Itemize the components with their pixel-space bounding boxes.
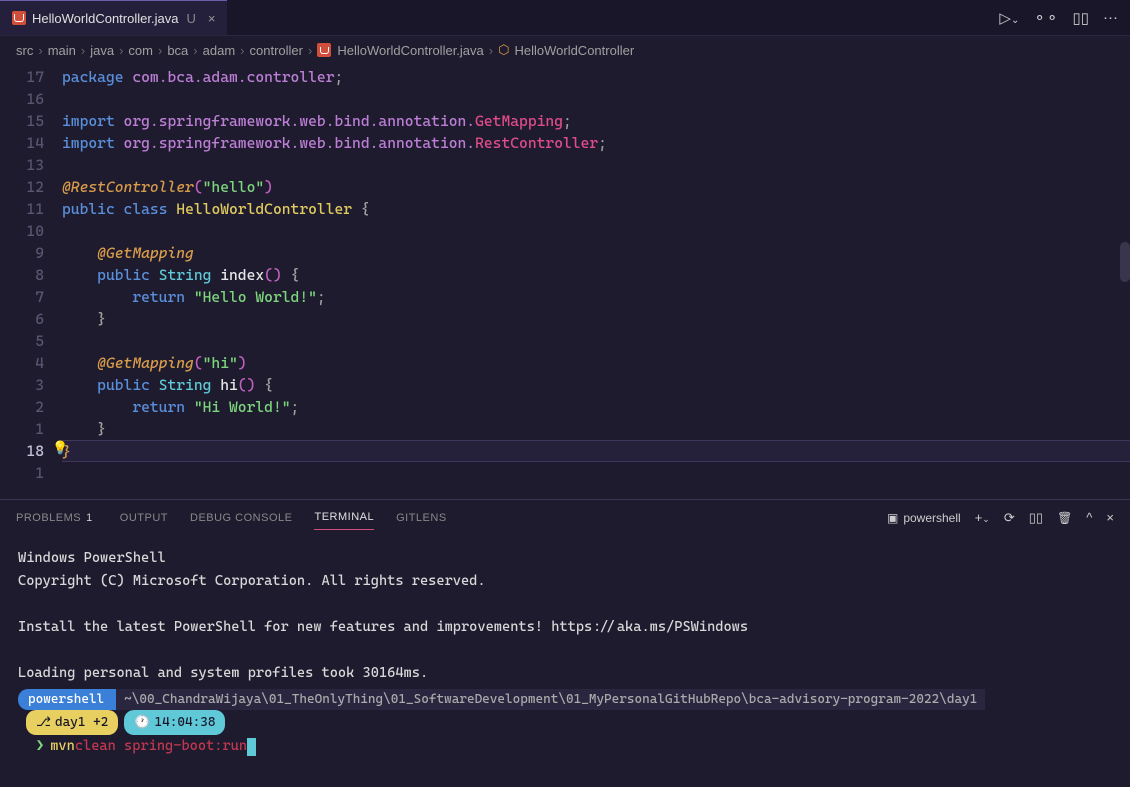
line-gutter: 17 16 15 14 13 12 11 10 9 8 7 6 5 4 3 2 … [0,64,62,499]
time-badge: 🕐 14:04:38 [124,710,225,735]
bc-item[interactable]: controller [250,43,303,58]
bc-item[interactable]: main [48,43,76,58]
code-editor[interactable]: 17 16 15 14 13 12 11 10 9 8 7 6 5 4 3 2 … [0,64,1130,499]
tab-filename: HelloWorldController.java [32,11,178,26]
code-area[interactable]: package com.bca.adam.controller; import … [62,64,1130,499]
bc-item[interactable]: com [128,43,153,58]
cwd-path: ~\00_ChandraWijaya\01_TheOnlyThing\01_So… [116,689,985,710]
compare-icon[interactable]: ⚬⚬ [1033,9,1058,27]
java-file-icon [317,43,331,57]
more-icon[interactable]: ··· [1103,9,1118,26]
terminal-selector[interactable]: ▣ powershell [887,511,961,525]
close-icon[interactable]: × [208,11,216,26]
close-panel-icon[interactable]: × [1106,510,1114,525]
bc-item[interactable]: bca [167,43,188,58]
editor-tab-bar: HelloWorldController.java U × ▷⌄ ⚬⚬ ▯▯ ·… [0,0,1130,36]
new-terminal-icon[interactable]: +⌄ [975,510,990,525]
terminal-content[interactable]: Windows PowerShell Copyright (C) Microso… [0,535,1130,787]
split-editor-icon[interactable]: ▯▯ [1072,9,1089,27]
prompt-line-2: ⎇ day1 +2 🕐 14:04:38 [26,710,1112,735]
shell-badge: powershell [18,689,116,710]
panel-tab-bar: PROBLEMS1 OUTPUT DEBUG CONSOLE TERMINAL … [0,500,1130,535]
scrollbar-thumb[interactable] [1120,242,1130,282]
editor-actions: ▷⌄ ⚬⚬ ▯▯ ··· [987,9,1130,27]
prompt-line-1: powershell ~\00_ChandraWijaya\01_TheOnly… [18,689,1112,710]
tab-output[interactable]: OUTPUT [120,506,168,530]
terminal-cursor [247,738,256,756]
bc-file[interactable]: HelloWorldController.java [337,43,483,58]
tab-problems[interactable]: PROBLEMS1 [16,506,98,530]
lightbulb-icon[interactable]: 💡 [52,438,68,460]
refresh-icon[interactable]: ⟳ [1004,510,1015,526]
breadcrumb[interactable]: src› main› java› com› bca› adam› control… [0,36,1130,64]
bottom-panel: PROBLEMS1 OUTPUT DEBUG CONSOLE TERMINAL … [0,499,1130,787]
prompt-arrow-icon: ❯ [36,735,44,758]
java-file-icon [12,11,26,25]
class-icon: ⬡ [498,42,509,58]
git-branch-badge: ⎇ day1 +2 [26,710,118,735]
run-icon[interactable]: ▷⌄ [999,9,1019,27]
command-input-line[interactable]: ❯ mvn clean spring-boot:run [36,735,1112,758]
bc-item[interactable]: src [16,43,33,58]
bc-item[interactable]: java [90,43,114,58]
maximize-panel-icon[interactable]: ^ [1086,510,1092,525]
terminal-icon: ▣ [887,511,898,525]
tab-modified-indicator: U [186,11,195,26]
tab-debug-console[interactable]: DEBUG CONSOLE [190,506,292,530]
split-terminal-icon[interactable]: ▯▯ [1029,510,1043,526]
bc-item[interactable]: adam [203,43,236,58]
editor-tab[interactable]: HelloWorldController.java U × [0,0,227,35]
bc-symbol[interactable]: HelloWorldController [514,43,634,58]
trash-icon[interactable]: 🗑 [1057,511,1072,525]
tab-gitlens[interactable]: GITLENS [396,506,447,530]
tab-terminal[interactable]: TERMINAL [314,505,374,530]
